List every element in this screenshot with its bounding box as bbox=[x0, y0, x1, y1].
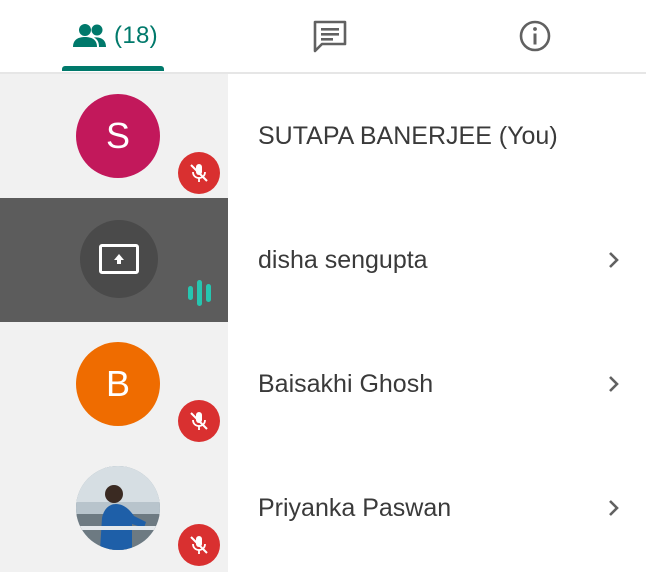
tab-info[interactable] bbox=[480, 0, 590, 72]
participant-list: S SUTAPA BANERJEE (You) disha sengupta B… bbox=[0, 74, 646, 572]
speaking-indicator-icon bbox=[182, 278, 216, 308]
tab-selected-indicator bbox=[62, 66, 164, 71]
avatar: B bbox=[76, 342, 160, 426]
chevron-right-icon[interactable] bbox=[596, 366, 632, 402]
avatar-cell bbox=[0, 198, 228, 322]
participant-name: SUTAPA BANERJEE (You) bbox=[258, 121, 558, 150]
chevron-right-icon[interactable] bbox=[596, 490, 632, 526]
participant-name: Priyanka Paswan bbox=[258, 493, 452, 522]
chat-icon bbox=[312, 19, 348, 53]
info-icon bbox=[518, 19, 552, 53]
mic-off-icon bbox=[178, 400, 220, 442]
chevron-right-icon[interactable] bbox=[596, 242, 632, 278]
avatar-cell bbox=[0, 446, 228, 570]
avatar: S bbox=[76, 94, 160, 178]
people-icon bbox=[72, 23, 108, 49]
avatar-initial: B bbox=[105, 363, 130, 404]
profile-photo bbox=[76, 466, 160, 550]
tab-people[interactable]: (18) bbox=[40, 0, 190, 72]
participant-count: (18) bbox=[114, 22, 158, 49]
participant-row-priyanka[interactable]: Priyanka Paswan bbox=[0, 446, 646, 570]
avatar-initial: S bbox=[105, 115, 130, 156]
participants-tab-bar: (18) bbox=[0, 0, 646, 74]
participant-name: disha sengupta bbox=[258, 245, 428, 274]
participant-row-you[interactable]: S SUTAPA BANERJEE (You) bbox=[0, 74, 646, 198]
participant-name: Baisakhi Ghosh bbox=[258, 369, 434, 398]
tab-chat[interactable] bbox=[275, 0, 385, 72]
participant-row-disha[interactable]: disha sengupta bbox=[0, 198, 646, 322]
mic-off-icon bbox=[178, 152, 220, 194]
avatar-cell: S bbox=[0, 74, 228, 198]
mic-off-icon bbox=[178, 524, 220, 566]
participant-row-baisakhi[interactable]: B Baisakhi Ghosh bbox=[0, 322, 646, 446]
present-to-all-icon bbox=[80, 220, 158, 298]
avatar-cell: B bbox=[0, 322, 228, 446]
